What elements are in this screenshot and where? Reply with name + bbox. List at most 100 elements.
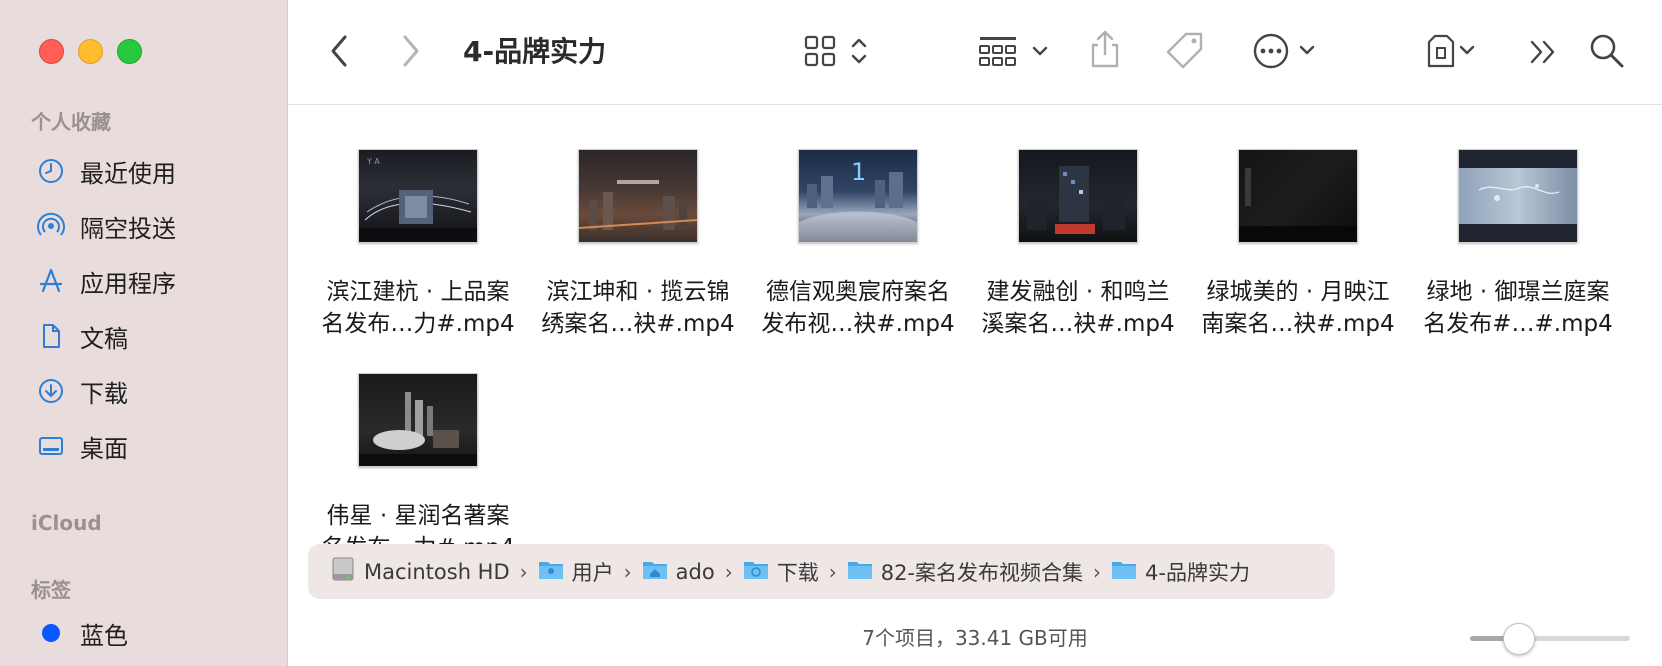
path-item-label: 用户	[571, 560, 614, 585]
sidebar-item-label: 下载	[80, 379, 128, 408]
file-name: 滨江坤和 · 揽云锦绣案名…袂#.mp4	[541, 279, 735, 337]
path-item-label: 下载	[776, 560, 819, 585]
file-item[interactable]: 建发融创 · 和鸣兰溪案名…袂#.mp4	[978, 149, 1178, 340]
sidebar-item-airdrop[interactable]: 隔空投送	[36, 206, 176, 246]
finder-window: 个人收藏 最近使用 隔空投送 应用程序 文稿 下载 桌面 iCloud 标签 蓝…	[0, 0, 1662, 666]
svg-text:1: 1	[851, 158, 866, 186]
file-name: 建发融创 · 和鸣兰溪案名…袂#.mp4	[981, 279, 1175, 337]
path-item-label: Macintosh HD	[364, 559, 510, 584]
file-item[interactable]: 绿城美的 · 月映江南案名…袂#.mp4	[1198, 149, 1398, 340]
path-bar: Macintosh HD › 用户 › ado › 下载 › 82-案名发布视频…	[308, 544, 1335, 599]
close-button[interactable]	[39, 39, 64, 64]
sidebar-item-applications[interactable]: 应用程序	[36, 261, 176, 301]
clock-icon	[36, 156, 66, 186]
chevron-right-icon: ›	[828, 559, 837, 584]
disk-menu-button[interactable]	[1423, 32, 1487, 70]
sidebar-item-tag-blue[interactable]: 蓝色	[36, 613, 128, 653]
more-actions-button[interactable]	[1253, 32, 1327, 70]
file-item[interactable]: 伟星 · 星润名著案名发布…力#.mp4	[318, 373, 518, 564]
disk-icon	[330, 555, 356, 588]
file-name: 德信观奥宸府案名发布视…袂#.mp4	[761, 279, 955, 337]
chevron-right-icon: ›	[623, 559, 632, 584]
desktop-icon	[36, 431, 66, 461]
video-thumbnail	[1018, 149, 1138, 243]
folder-icon	[1111, 558, 1137, 585]
path-item-downloads[interactable]: 下载	[743, 557, 819, 587]
sidebar-item-label: 最近使用	[80, 159, 176, 188]
sidebar-item-label: 文稿	[80, 324, 128, 353]
share-icon	[1088, 28, 1122, 70]
path-item-label: ado	[675, 559, 715, 584]
path-item-label: 4-品牌实力	[1145, 560, 1250, 585]
applications-icon	[36, 266, 66, 296]
sidebar-item-label: 桌面	[80, 434, 128, 463]
sidebar-item-label: 应用程序	[80, 269, 176, 298]
video-thumbnail	[578, 149, 698, 243]
back-button[interactable]	[328, 34, 350, 68]
sidebar: 个人收藏 最近使用 隔空投送 应用程序 文稿 下载 桌面 iCloud 标签 蓝…	[0, 0, 288, 666]
search-button[interactable]	[1588, 32, 1626, 70]
status-text: 7个项目，33.41 GB可用	[862, 626, 1088, 650]
folder-icon	[847, 558, 873, 585]
video-thumbnail: Y A	[358, 149, 478, 243]
download-folder-icon	[743, 558, 769, 585]
tags-section-title: 标签	[31, 578, 71, 602]
sidebar-item-documents[interactable]: 文稿	[36, 316, 128, 356]
file-name: 绿城美的 · 月映江南案名…袂#.mp4	[1201, 279, 1395, 337]
sidebar-item-label: 隔空投送	[80, 214, 176, 243]
file-name: 滨江建杭 · 上品案名发布…力#.mp4	[321, 279, 515, 337]
window-title: 4-品牌实力	[463, 35, 607, 68]
video-thumbnail	[1458, 149, 1578, 243]
icloud-section-title: iCloud	[31, 511, 102, 535]
airdrop-icon	[36, 211, 66, 241]
sidebar-item-desktop[interactable]: 桌面	[36, 426, 128, 466]
chevron-right-icon: ›	[519, 559, 528, 584]
icon-size-slider[interactable]	[1470, 623, 1630, 655]
group-button[interactable]	[978, 34, 1056, 68]
toolbar-overflow-button[interactable]	[1528, 38, 1558, 66]
sidebar-item-recents[interactable]: 最近使用	[36, 151, 176, 191]
chevron-right-icon	[400, 34, 422, 68]
favorites-section-title: 个人收藏	[31, 110, 111, 134]
chevron-right-icon: ›	[1093, 559, 1102, 584]
external-drive-icon	[1423, 32, 1487, 70]
chevron-left-icon	[328, 34, 350, 68]
path-item-users[interactable]: 用户	[538, 557, 614, 587]
path-item-collection[interactable]: 82-案名发布视频合集	[847, 557, 1083, 587]
video-thumbnail	[1238, 149, 1358, 243]
share-button[interactable]	[1088, 28, 1122, 70]
view-mode-button[interactable]	[803, 34, 875, 68]
video-thumbnail	[358, 373, 478, 467]
svg-text:Y A: Y A	[366, 157, 380, 166]
group-grid-icon	[978, 34, 1056, 68]
sidebar-item-downloads[interactable]: 下载	[36, 371, 128, 411]
file-item[interactable]: 滨江坤和 · 揽云锦绣案名…袂#.mp4	[538, 149, 738, 340]
file-item[interactable]: Y A 滨江建杭 · 上品案名发布…力#.mp4	[318, 149, 518, 340]
tag-icon	[1164, 30, 1206, 72]
folder-icon	[538, 558, 564, 585]
home-folder-icon	[642, 558, 668, 585]
zoom-button[interactable]	[117, 39, 142, 64]
search-icon	[1588, 32, 1626, 70]
slider-knob[interactable]	[1503, 623, 1535, 655]
file-name: 绿地 · 御璟兰庭案名发布#…#.mp4	[1423, 279, 1613, 337]
blue-tag-dot-icon	[36, 618, 66, 648]
window-controls	[39, 39, 142, 64]
download-icon	[36, 376, 66, 406]
chevron-right-icon: ›	[724, 559, 733, 584]
path-item-current[interactable]: 4-品牌实力	[1111, 557, 1250, 587]
forward-button[interactable]	[400, 34, 422, 68]
toolbar: 4-品牌实力	[288, 0, 1662, 105]
sidebar-item-label: 蓝色	[80, 621, 128, 650]
path-item-home[interactable]: ado	[642, 558, 715, 585]
double-chevron-right-icon	[1528, 38, 1558, 66]
path-item-label: 82-案名发布视频合集	[880, 560, 1084, 585]
icon-grid-view-icon	[803, 34, 875, 68]
minimize-button[interactable]	[78, 39, 103, 64]
file-item[interactable]: 绿地 · 御璟兰庭案名发布#…#.mp4	[1418, 149, 1618, 340]
ellipsis-circle-icon	[1253, 32, 1327, 70]
document-icon	[36, 321, 66, 351]
path-item-macintosh-hd[interactable]: Macintosh HD	[330, 555, 510, 588]
tag-button[interactable]	[1164, 30, 1206, 72]
file-item[interactable]: 1 德信观奥宸府案名发布视…袂#.mp4	[758, 149, 958, 340]
